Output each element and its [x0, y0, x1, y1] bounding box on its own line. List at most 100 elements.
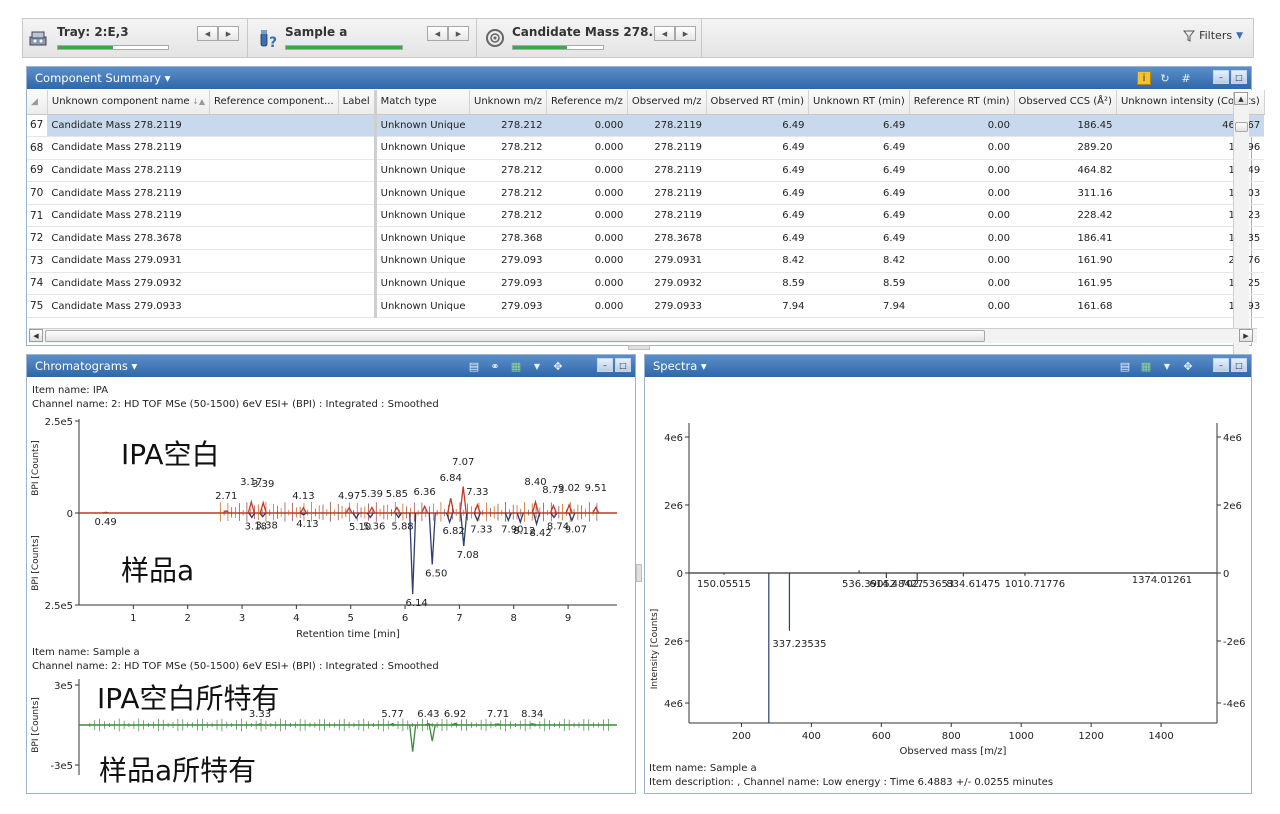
chevron-down-icon[interactable]: ▼	[1160, 359, 1174, 373]
table-cell: 279.093	[469, 249, 547, 273]
peak-mark	[504, 512, 512, 523]
column-header[interactable]: Observed CCS (Å²)	[1014, 90, 1117, 115]
copy-icon[interactable]: ▤	[1118, 359, 1132, 373]
table-cell: 8.59	[706, 272, 809, 296]
table-row[interactable]: 75 Candidate Mass 279.0933 Unknown Unique 2…	[27, 294, 1265, 318]
table-horizontal-scrollbar[interactable]: ◀ ▶	[29, 328, 1257, 343]
table-cell	[209, 159, 339, 183]
column-header[interactable]: Unknown component name ↓▲	[47, 90, 211, 115]
minimize-icon[interactable]: –	[597, 358, 613, 372]
table-cell	[338, 226, 376, 251]
hash-icon[interactable]: #	[1179, 71, 1193, 85]
maximize-icon[interactable]: □	[1231, 70, 1247, 84]
scroll-up-icon[interactable]: ▲	[1234, 92, 1248, 105]
column-header[interactable]: Match type	[373, 90, 471, 115]
table-cell	[209, 249, 339, 273]
overlay-label-ipa-blank: IPA空白	[121, 438, 220, 471]
filter-funnel-icon	[1183, 30, 1196, 42]
mirror-chromatogram-chart[interactable]: 2.5e5 0 2.5e5 BPI [Counts] BPI [Counts] 1 2 3 4 5…	[27, 413, 635, 649]
column-header[interactable]: Unknown m/z	[469, 90, 547, 115]
chevron-down-icon[interactable]: ▼	[530, 359, 544, 373]
sample-next-button[interactable]: ▶	[448, 26, 469, 41]
table-cell: 6.49	[808, 181, 910, 205]
column-header[interactable]: Label	[338, 90, 376, 115]
table-vertical-scrollbar[interactable]: ▲ ▼	[1233, 92, 1249, 394]
select-all-corner[interactable]: ◢	[27, 90, 48, 115]
y-tick-label: 0	[67, 509, 73, 520]
y-tick-label-right: -2e6	[1223, 637, 1246, 648]
table-cell: 6.49	[706, 226, 809, 251]
link-icon[interactable]: ⚭	[488, 359, 502, 373]
table-cell: Unknown Unique	[373, 159, 470, 183]
peak-label: 7.07	[452, 457, 474, 468]
table-row[interactable]: 74 Candidate Mass 279.0932 Unknown Unique 2…	[27, 272, 1265, 296]
candidate-next-button[interactable]: ▶	[675, 26, 696, 41]
table-cell: 161.90	[1014, 249, 1117, 273]
column-header[interactable]: Unknown RT (min)	[808, 90, 910, 115]
table-cell: 0.000	[546, 272, 628, 296]
table-row[interactable]: 68 Candidate Mass 278.2119 Unknown Unique 2…	[27, 136, 1265, 160]
row-number: 75	[27, 294, 48, 318]
scroll-left-icon[interactable]: ◀	[29, 329, 43, 342]
table-cell: 6.49	[706, 159, 809, 183]
candidate-title: Candidate Mass 278....	[512, 25, 667, 39]
table-row[interactable]: 71 Candidate Mass 278.2119 Unknown Unique 2…	[27, 204, 1265, 228]
mirror-spectrum-chart[interactable]: 4e6 4e6 2e6 2e6 0 0 2e6 -2e6 4e6 -4e6 Intensity [C…	[645, 413, 1251, 763]
y-tick-label: 2.5e5	[45, 417, 73, 428]
chromatograms-panel: Chromatograms ▾ ▤ ⚭ ▦ ▼ ✥ – □ Item name:…	[26, 354, 636, 794]
column-header[interactable]: Observed RT (min)	[706, 90, 810, 115]
spectra-title[interactable]: Spectra ▾	[653, 359, 707, 373]
row-number: 71	[27, 204, 48, 228]
column-header[interactable]: Reference m/z	[546, 90, 628, 115]
column-header[interactable]: Reference RT (min)	[909, 90, 1015, 115]
info-icon[interactable]: i	[1137, 71, 1151, 85]
column-header[interactable]: Reference component...	[209, 90, 339, 115]
chrom-item-name-top: Item name: IPA	[32, 385, 109, 396]
column-header[interactable]: Observed m/z	[627, 90, 707, 115]
component-summary-title[interactable]: Component Summary ▾	[35, 71, 170, 85]
table-row[interactable]: 67 Candidate Mass 278.2119 Unknown Unique 2…	[27, 114, 1265, 138]
maximize-icon[interactable]: □	[1231, 358, 1247, 372]
candidate-prev-button[interactable]: ◀	[654, 26, 675, 41]
chromatograms-header: Chromatograms ▾ ▤ ⚭ ▦ ▼ ✥ – □	[27, 355, 635, 377]
spectra-item-description: Item description: , Channel name: Low en…	[649, 777, 1054, 788]
table-row[interactable]: 70 Candidate Mass 278.2119 Unknown Unique 2…	[27, 181, 1265, 205]
tray-next-button[interactable]: ▶	[218, 26, 239, 41]
vertical-splitter[interactable]	[636, 564, 642, 582]
sample-prev-button[interactable]: ◀	[427, 26, 448, 41]
move-icon[interactable]: ✥	[551, 359, 565, 373]
table-cell	[338, 181, 376, 205]
minimize-icon[interactable]: –	[1213, 358, 1229, 372]
table-row[interactable]: 72 Candidate Mass 278.3678 Unknown Unique 2…	[27, 226, 1265, 251]
move-icon[interactable]: ✥	[1181, 359, 1195, 373]
peak-label: 1374.01261	[1132, 575, 1192, 586]
minimize-icon[interactable]: –	[1213, 70, 1229, 84]
peak-label: 6.84	[440, 473, 462, 484]
table-cell: 6.49	[706, 181, 809, 205]
peak-label: 6.36	[413, 487, 435, 498]
table-row[interactable]: 73 Candidate Mass 279.0931 Unknown Unique 2…	[27, 249, 1265, 273]
tray-prev-button[interactable]: ◀	[197, 26, 218, 41]
chrom-channel-top: Channel name: 2: HD TOF MSe (50-1500) 6e…	[32, 399, 439, 410]
scroll-right-icon[interactable]: ▶	[1239, 329, 1253, 342]
filters-label: Filters	[1199, 29, 1233, 42]
table-cell	[209, 272, 339, 296]
export-icon[interactable]: ▦	[1139, 359, 1153, 373]
filters-button[interactable]: Filters ▼	[1183, 29, 1243, 42]
maximize-icon[interactable]: □	[615, 358, 631, 372]
refresh-icon[interactable]: ↻	[1158, 71, 1172, 85]
copy-icon[interactable]: ▤	[467, 359, 481, 373]
component-summary-header: Component Summary ▾ i ↻ # – □	[27, 67, 1251, 89]
tray-section: Tray: 2:E,3 ◀ ▶	[23, 19, 248, 57]
scroll-thumb[interactable]	[45, 330, 985, 342]
peak-label: 6.43	[417, 709, 439, 720]
chromatograms-title[interactable]: Chromatograms ▾	[35, 359, 137, 373]
table-cell: Candidate Mass 278.2119	[47, 159, 210, 183]
table-cell: 0.000	[546, 159, 628, 183]
table-row[interactable]: 69 Candidate Mass 278.2119 Unknown Unique 2…	[27, 159, 1265, 183]
scroll-thumb[interactable]	[1235, 122, 1248, 132]
table-cell: 0.000	[546, 204, 628, 228]
horizontal-splitter[interactable]	[628, 345, 650, 350]
x-tick-label: 1400	[1148, 731, 1173, 742]
export-icon[interactable]: ▦	[509, 359, 523, 373]
